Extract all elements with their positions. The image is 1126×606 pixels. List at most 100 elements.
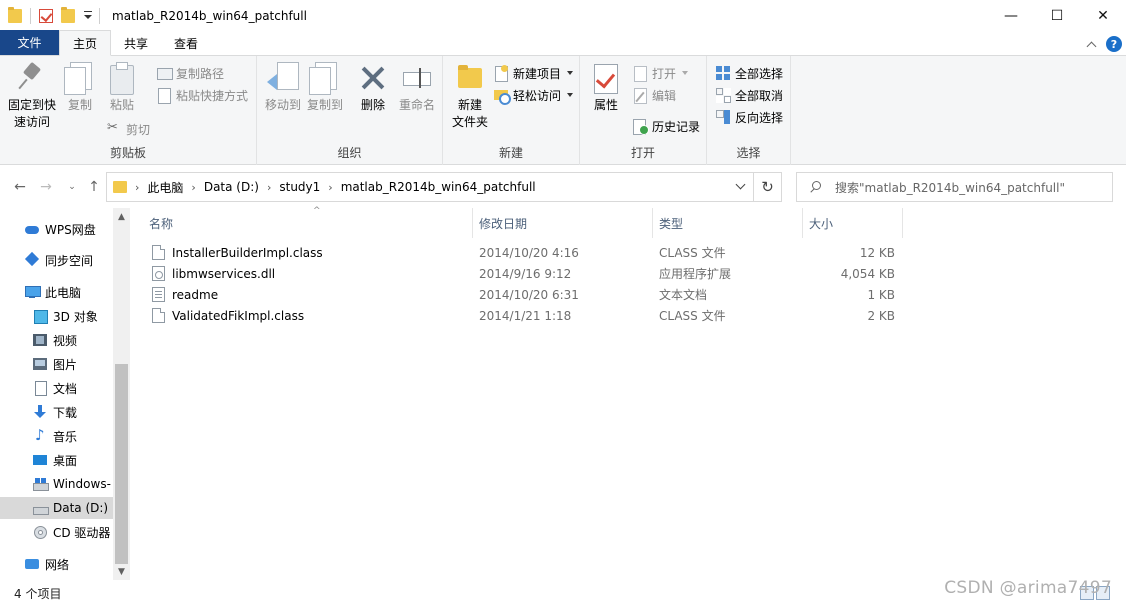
edit-button[interactable]: 编辑 — [632, 85, 676, 105]
select-all-button[interactable]: 全部选择 — [715, 63, 783, 83]
column-header-label: 修改日期 — [479, 216, 528, 231]
breadcrumb-separator-icon[interactable]: › — [191, 181, 195, 194]
nav-item-this-pc[interactable]: 此电脑 — [0, 281, 113, 303]
cloud-icon — [24, 222, 40, 236]
back-arrow-icon[interactable]: ← — [10, 178, 30, 196]
column-header-type[interactable]: 类型 — [653, 208, 803, 238]
breadcrumb-study1[interactable]: study1 — [279, 180, 320, 194]
invert-selection-icon — [715, 109, 731, 125]
breadcrumb-this-pc[interactable]: 此电脑 — [147, 179, 183, 196]
copy-to-label: 复制到 — [306, 98, 343, 112]
music-icon — [32, 426, 48, 444]
nav-item-wps-cloud[interactable]: WPS网盘 — [0, 218, 113, 240]
navigation-scrollbar[interactable]: ▲ ▼ — [113, 208, 130, 580]
class-file-icon — [152, 245, 165, 260]
cut-label: 剪切 — [126, 122, 151, 137]
customize-quick-access-icon[interactable] — [83, 9, 93, 23]
easy-access-label: 轻松访问 — [513, 88, 562, 103]
copy-to-button[interactable]: 复制到 — [303, 62, 347, 114]
open-label: 打开 — [652, 66, 677, 81]
file-type: 应用程序扩展 — [659, 267, 732, 281]
tab-view[interactable]: 查看 — [161, 31, 211, 55]
copy-path-button[interactable]: 复制路径 — [156, 63, 224, 83]
nav-item-label: 网络 — [45, 557, 70, 572]
address-history-chevron-icon[interactable] — [735, 181, 745, 191]
nav-item-cd-drive[interactable]: CD 驱动器 — [0, 521, 113, 543]
nav-item-videos[interactable]: 视频 — [0, 329, 113, 351]
tab-file[interactable]: 文件 — [0, 30, 59, 55]
tab-home[interactable]: 主页 — [59, 30, 112, 56]
breadcrumb-separator-icon[interactable]: › — [267, 181, 271, 194]
dropdown-caret-icon — [567, 71, 574, 75]
new-item-button[interactable]: 新建项目 — [493, 63, 574, 83]
recent-locations-icon[interactable]: ⌄ — [62, 178, 82, 196]
nav-item-music[interactable]: 音乐 — [0, 425, 113, 447]
close-button[interactable]: ✕ — [1080, 0, 1126, 31]
paste-button[interactable]: 粘贴 — [104, 62, 140, 114]
tab-share[interactable]: 共享 — [111, 31, 161, 55]
collapse-ribbon-icon[interactable] — [1086, 39, 1096, 49]
new-folder-button[interactable]: 新建 文件夹 — [447, 62, 493, 131]
address-bar[interactable]: › 此电脑 › Data (D:) › study1 › matlab_R201… — [106, 172, 754, 202]
table-row[interactable]: libmwservices.dll 2014/9/16 9:12 应用程序扩展 … — [135, 263, 905, 284]
history-button[interactable]: 历史记录 — [632, 116, 700, 136]
nav-item-3d-objects[interactable]: 3D 对象 — [0, 305, 113, 327]
paste-icon — [106, 62, 138, 95]
breadcrumb-separator-icon[interactable]: › — [135, 181, 139, 194]
breadcrumb-separator-icon[interactable]: › — [328, 181, 332, 194]
file-type: CLASS 文件 — [659, 309, 726, 323]
select-all-icon — [715, 65, 731, 81]
forward-arrow-icon[interactable]: → — [36, 178, 56, 196]
nav-item-windows-drive[interactable]: Windows- — [0, 473, 113, 495]
nav-item-documents[interactable]: 文档 — [0, 377, 113, 399]
table-row[interactable]: InstallerBuilderImpl.class 2014/10/20 4:… — [135, 242, 905, 263]
nav-item-label: Data (D:) — [53, 501, 109, 515]
file-type: CLASS 文件 — [659, 246, 726, 260]
maximize-button[interactable]: ☐ — [1034, 0, 1080, 31]
pin-to-quick-access-button[interactable]: 固定到快 速访问 — [6, 62, 58, 131]
minimize-button[interactable]: — — [988, 0, 1034, 31]
ribbon-tabs: 文件 主页 共享 查看 ? — [0, 30, 1126, 56]
nav-item-downloads[interactable]: 下载 — [0, 401, 113, 423]
rename-label: 重命名 — [398, 98, 435, 112]
help-icon[interactable]: ? — [1106, 36, 1122, 52]
rename-button[interactable]: 重命名 — [395, 62, 439, 114]
easy-access-button[interactable]: 轻松访问 — [493, 85, 574, 105]
breadcrumb-current-folder[interactable]: matlab_R2014b_win64_patchfull — [341, 180, 536, 194]
organize-group-label: 组织 — [337, 146, 362, 160]
network-icon — [24, 557, 40, 571]
delete-button[interactable]: 删除 — [355, 62, 391, 114]
new-folder-quick-icon[interactable] — [61, 6, 75, 23]
divider — [99, 7, 100, 24]
nav-item-data-drive[interactable]: Data (D:) — [0, 497, 113, 519]
open-button[interactable]: 打开 — [632, 63, 689, 83]
window-controls: — ☐ ✕ — [988, 0, 1126, 31]
open-group-label: 打开 — [630, 146, 655, 160]
refresh-icon[interactable]: ↻ — [754, 172, 782, 202]
column-header-name[interactable]: 名称 ^ — [143, 206, 473, 238]
copy-button[interactable]: 复制 — [62, 62, 98, 114]
new-item-icon — [493, 65, 509, 82]
search-input[interactable]: 搜索"matlab_R2014b_win64_patchfull" — [796, 172, 1113, 202]
cut-button[interactable]: 剪切 — [106, 119, 150, 139]
scroll-down-icon[interactable]: ▼ — [113, 563, 130, 580]
column-header-size[interactable]: 大小 — [803, 208, 903, 238]
invert-selection-button[interactable]: 反向选择 — [715, 107, 783, 127]
nav-item-network[interactable]: 网络 — [0, 553, 113, 575]
paste-shortcut-button[interactable]: 粘贴快捷方式 — [156, 85, 248, 105]
properties-check-icon[interactable] — [39, 8, 53, 23]
up-arrow-icon[interactable]: ↑ — [84, 178, 104, 196]
nav-item-desktop[interactable]: 桌面 — [0, 449, 113, 471]
move-to-button[interactable]: 移动到 — [261, 62, 305, 114]
nav-item-sync-space[interactable]: 同步空间 — [0, 249, 113, 271]
table-row[interactable]: readme 2014/10/20 6:31 文本文档 1 KB — [135, 284, 905, 305]
table-row[interactable]: ValidatedFikImpl.class 2014/1/21 1:18 CL… — [135, 305, 905, 326]
breadcrumb-data-drive[interactable]: Data (D:) — [204, 180, 259, 194]
file-name: InstallerBuilderImpl.class — [172, 245, 323, 260]
nav-item-pictures[interactable]: 图片 — [0, 353, 113, 375]
select-none-button[interactable]: 全部取消 — [715, 85, 783, 105]
properties-button[interactable]: 属性 — [586, 62, 626, 114]
scroll-up-icon[interactable]: ▲ — [113, 208, 130, 225]
scrollbar-thumb[interactable] — [115, 364, 128, 564]
column-header-date[interactable]: 修改日期 — [473, 208, 653, 238]
